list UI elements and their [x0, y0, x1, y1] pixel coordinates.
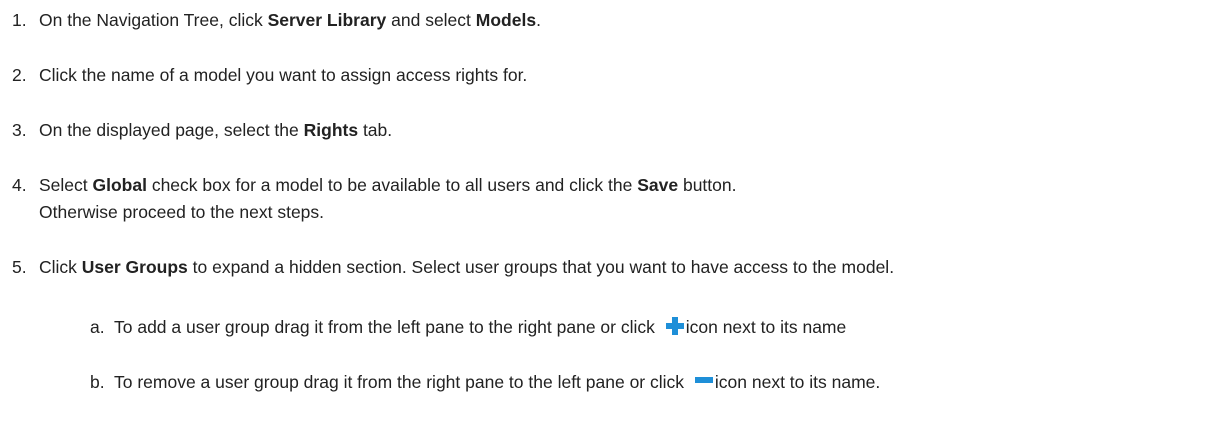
step-5: 5. Click User Groups to expand a hidden s… — [12, 255, 894, 279]
substep-letter: a. — [90, 317, 105, 337]
substep-letter: b. — [90, 372, 105, 392]
step-1: 1. On the Navigation Tree, click Server L… — [12, 8, 541, 32]
substep-text: icon next to its name. — [714, 372, 881, 392]
step-number: 5. — [12, 257, 27, 277]
step-number: 2. — [12, 65, 27, 85]
substep-b: b. To remove a user group drag it from th… — [90, 370, 880, 394]
global-term: Global — [92, 175, 147, 195]
minus-icon — [693, 371, 715, 391]
step-number: 1. — [12, 10, 27, 30]
step-4-continuation: Otherwise proceed to the next steps. — [39, 202, 325, 222]
step-text: Click the name of a model you want to as… — [39, 65, 528, 85]
server-library-term: Server Library — [267, 10, 387, 30]
substep-text: To remove a user group drag it from the … — [114, 372, 689, 392]
step-number: 3. — [12, 120, 27, 140]
substep-text: icon next to its name — [685, 317, 847, 337]
substep-text: To add a user group drag it from the lef… — [114, 317, 660, 337]
step-text: . — [536, 10, 541, 30]
step-text: On the Navigation Tree, click — [39, 10, 268, 30]
save-term: Save — [637, 175, 679, 195]
step-3: 3. On the displayed page, select the Righ… — [12, 118, 392, 142]
step-2: 2. Click the name of a model you want to … — [12, 63, 527, 87]
step-text: to expand a hidden section. Select user … — [187, 257, 895, 277]
step-4: 4. Select Global check box for a model to… — [12, 173, 736, 197]
step-text: Click — [39, 257, 82, 277]
step-text: tab. — [358, 120, 393, 140]
step-text: and select — [386, 10, 476, 30]
models-term: Models — [475, 10, 537, 30]
plus-icon — [664, 316, 686, 336]
user-groups-term: User Groups — [81, 257, 188, 277]
step-text: On the displayed page, select the — [39, 120, 304, 140]
rights-term: Rights — [303, 120, 359, 140]
step-text: Select — [39, 175, 93, 195]
step-text: button. — [678, 175, 737, 195]
step-text: check box for a model to be available to… — [146, 175, 638, 195]
step-number: 4. — [12, 175, 27, 195]
substep-a: a. To add a user group drag it from the l… — [90, 315, 846, 339]
